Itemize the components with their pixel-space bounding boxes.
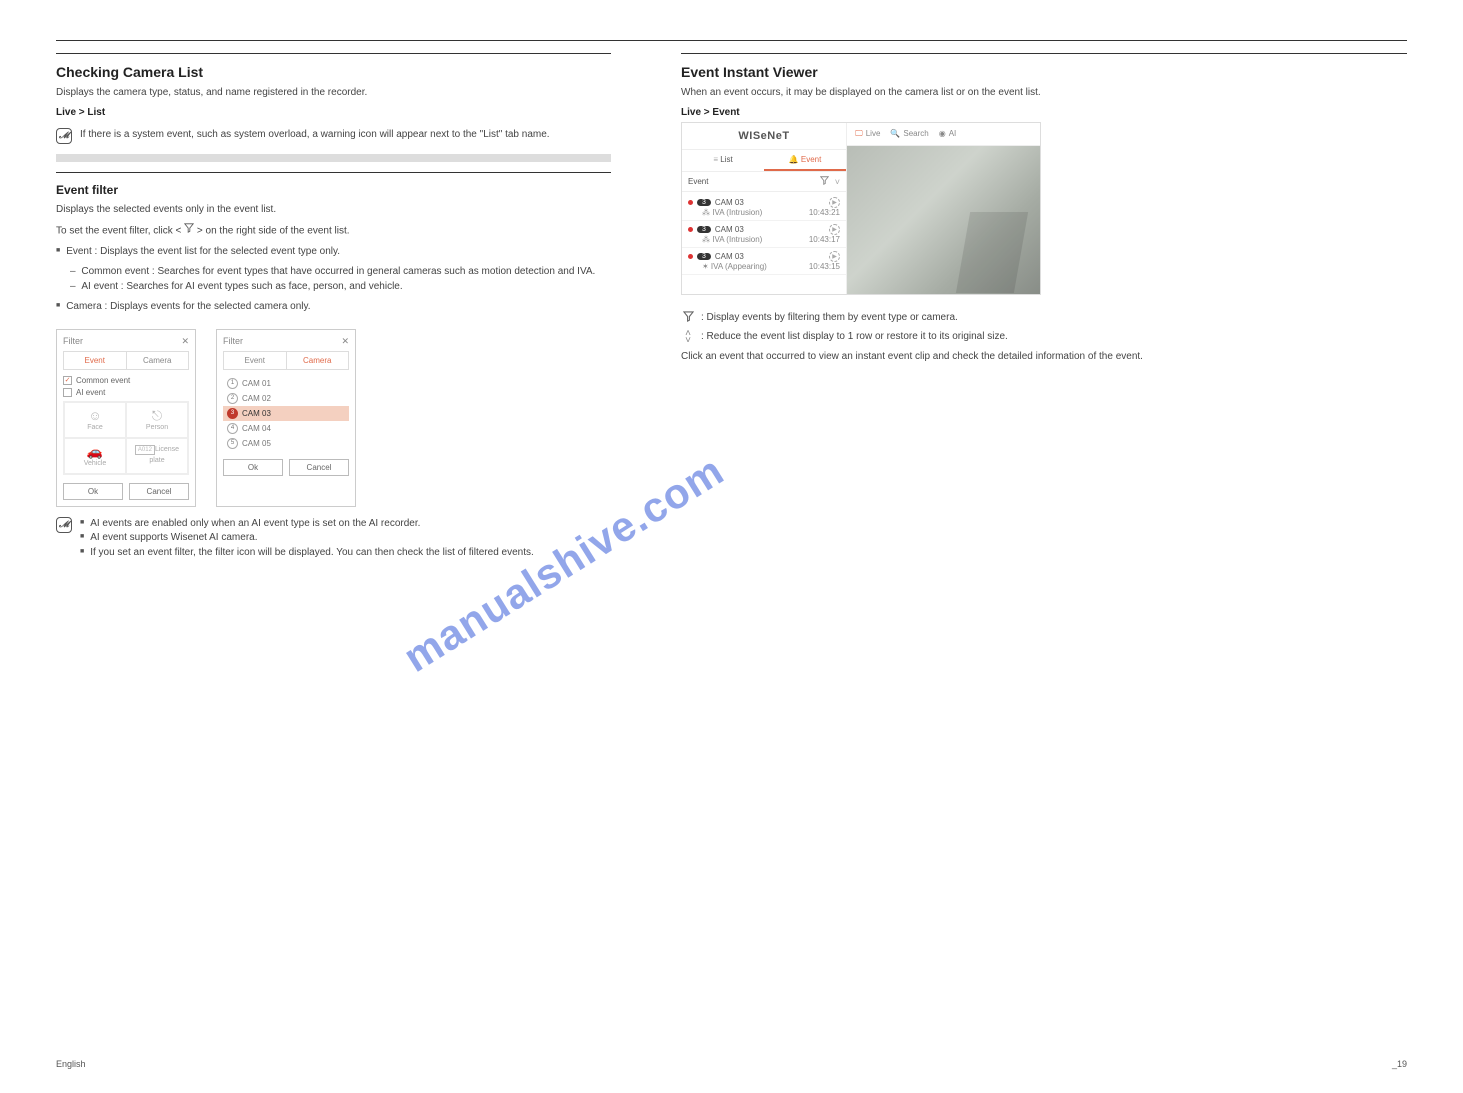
funnel-icon: [184, 223, 194, 239]
play-icon[interactable]: ▶: [829, 251, 840, 262]
ok-button[interactable]: Ok: [63, 483, 123, 500]
event-type: ✶ IVA (Appearing): [702, 262, 767, 271]
ai-face[interactable]: ☺Face: [64, 402, 126, 438]
cancel-button[interactable]: Cancel: [289, 459, 349, 476]
cam-item[interactable]: 3CAM 03: [223, 406, 349, 421]
ui-screenshot: WISeNeT ≡ List 🔔 Event Event ˅: [681, 122, 1041, 295]
left-note1: If there is a system event, such as syst…: [80, 128, 550, 143]
event-row[interactable]: 3 CAM 03 ▶ ✶ IVA (Appearing) 10:43:15: [682, 248, 846, 275]
divider-bar: [56, 154, 611, 162]
note-icon: 𝓜: [56, 517, 72, 533]
funnel-icon[interactable]: [820, 177, 829, 187]
legend-body: Click an event that occurred to view an …: [681, 350, 1407, 365]
tab-list[interactable]: ≡ List: [682, 150, 764, 171]
legend-collapse: : Reduce the event list display to 1 row…: [701, 330, 1008, 345]
event-row[interactable]: 3 CAM 03 ▶ ⁂ IVA (Intrusion) 10:43:17: [682, 221, 846, 248]
play-icon[interactable]: ▶: [829, 197, 840, 208]
cam-badge: 3: [697, 226, 711, 233]
cam-item[interactable]: 1CAM 01: [223, 376, 349, 391]
ai-person[interactable]: ⎋Person: [126, 402, 188, 438]
top-search[interactable]: 🔍 Search: [890, 129, 928, 139]
chevron-down-icon[interactable]: ˅: [835, 177, 840, 187]
tab-event[interactable]: 🔔 Event: [764, 150, 846, 171]
tab-camera[interactable]: Camera: [127, 352, 189, 369]
note2-l3: If you set an event filter, the filter i…: [80, 546, 534, 561]
rec-dot-icon: [688, 200, 693, 205]
close-icon[interactable]: ✕: [181, 336, 189, 347]
cam-item[interactable]: 5CAM 05: [223, 436, 349, 451]
event-type: ⁂ IVA (Intrusion): [702, 208, 762, 217]
filter-desc: Displays the selected events only in the…: [56, 203, 611, 218]
right-desc: When an event occurs, it may be displaye…: [681, 86, 1407, 101]
checkbox-ai[interactable]: [63, 388, 72, 397]
cam-item[interactable]: 2CAM 02: [223, 391, 349, 406]
cam-name: CAM 03: [715, 225, 744, 234]
cam-badge: 3: [697, 199, 711, 206]
play-icon[interactable]: ▶: [829, 224, 840, 235]
note2-l1: AI events are enabled only when an AI ev…: [80, 517, 534, 532]
event-type: ⁂ IVA (Intrusion): [702, 235, 762, 244]
dash-ai: AI event : Searches for AI event types s…: [70, 280, 611, 295]
top-live[interactable]: 🖵 Live: [855, 129, 880, 139]
footer-right: _19: [1392, 1059, 1407, 1069]
event-time: 10:43:21: [809, 208, 840, 217]
left-heading: Checking Camera List: [56, 64, 611, 80]
filter-title: Filter: [63, 336, 83, 347]
collapse-icon: ˄˅: [681, 330, 695, 344]
note-icon: 𝓜: [56, 128, 72, 144]
video-preview: [847, 146, 1040, 294]
close-icon[interactable]: ✕: [341, 336, 349, 347]
rec-dot-icon: [688, 227, 693, 232]
footer-left: English: [56, 1059, 86, 1069]
vehicle-icon: 🚗: [65, 445, 125, 458]
cam-item[interactable]: 4CAM 04: [223, 421, 349, 436]
rec-dot-icon: [688, 254, 693, 259]
tab-event[interactable]: Event: [64, 352, 127, 369]
plate-icon: A012: [135, 445, 155, 455]
bullet-event: Event : Displays the event list for the …: [56, 245, 611, 260]
label-ai-event: AI event: [76, 388, 105, 397]
event-row[interactable]: 3 CAM 03 ▶ ⁂ IVA (Intrusion) 10:43:21: [682, 194, 846, 221]
cam-name: CAM 03: [715, 252, 744, 261]
top-ai[interactable]: ◉ AI: [939, 129, 957, 139]
filter-heading: Event filter: [56, 183, 611, 197]
right-nav: Live > Event: [681, 107, 1407, 118]
event-time: 10:43:17: [809, 235, 840, 244]
cancel-button[interactable]: Cancel: [129, 483, 189, 500]
checkbox-common[interactable]: ✓: [63, 376, 72, 385]
filter-title: Filter: [223, 336, 243, 347]
ai-license-plate[interactable]: A012License plate: [126, 438, 188, 474]
filter-panel-event: Filter ✕ Event Camera ✓ Common event AI …: [56, 329, 196, 507]
filter-panel-camera: Filter ✕ Event Camera 1CAM 01 2CAM 02 3C…: [216, 329, 356, 507]
tab-event[interactable]: Event: [224, 352, 287, 369]
left-nav: Live > List: [56, 107, 611, 118]
funnel-icon: [681, 311, 695, 326]
event-label: Event: [688, 177, 708, 186]
person-icon: ⎋: [127, 409, 187, 422]
ok-button[interactable]: Ok: [223, 459, 283, 476]
legend-filter: : Display events by filtering them by ev…: [701, 311, 958, 326]
label-common-event: Common event: [76, 376, 130, 385]
brand-logo: WISeNeT: [682, 123, 846, 149]
event-time: 10:43:15: [809, 262, 840, 271]
tab-camera[interactable]: Camera: [287, 352, 349, 369]
dash-common: Common event : Searches for event types …: [70, 265, 611, 280]
filter-setline: To set the event filter, click < > on th…: [56, 223, 611, 239]
note2-l2: AI event supports Wisenet AI camera.: [80, 531, 534, 546]
cam-badge: 3: [697, 253, 711, 260]
ai-vehicle[interactable]: 🚗Vehicle: [64, 438, 126, 474]
right-heading: Event Instant Viewer: [681, 64, 1407, 80]
face-icon: ☺: [65, 409, 125, 422]
bullet-camera: Camera : Displays events for the selecte…: [56, 300, 611, 315]
left-desc: Displays the camera type, status, and na…: [56, 86, 611, 101]
cam-name: CAM 03: [715, 198, 744, 207]
